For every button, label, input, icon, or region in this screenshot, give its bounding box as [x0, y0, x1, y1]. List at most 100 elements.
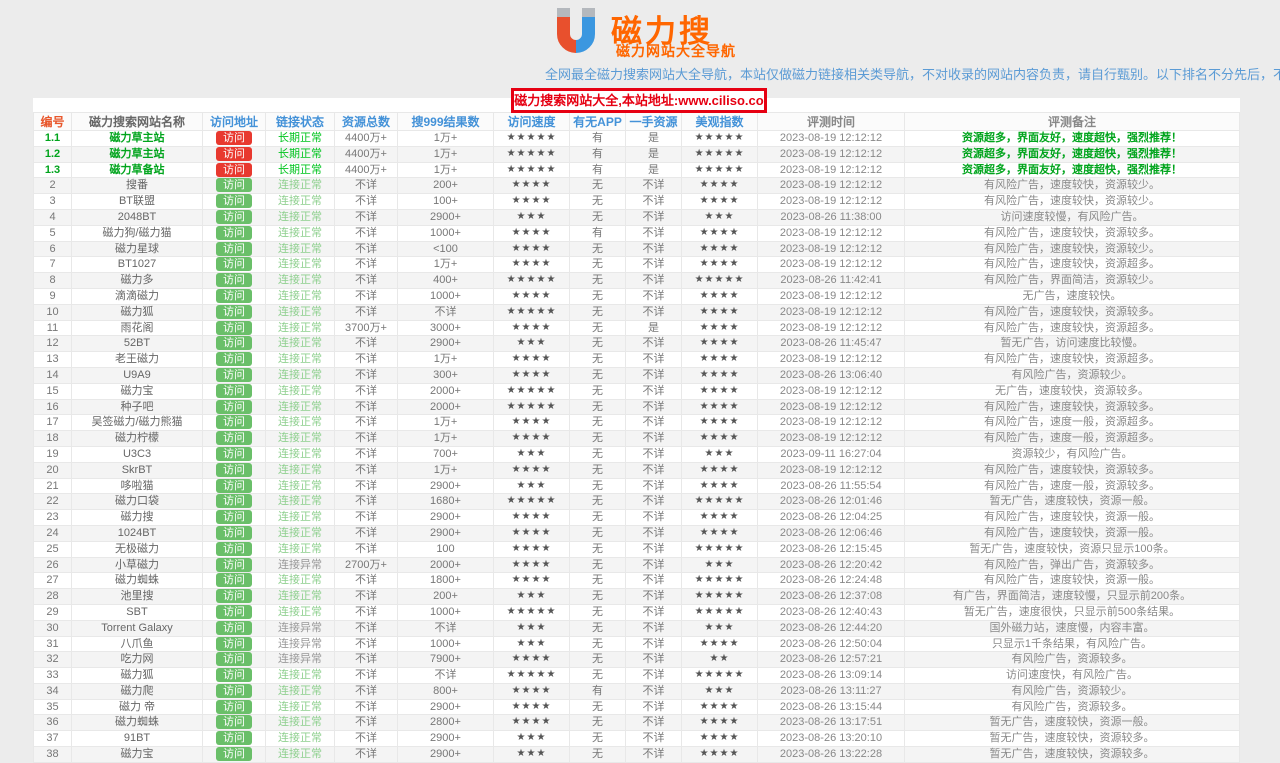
- visit-button[interactable]: 访问: [216, 526, 252, 540]
- column-header-status: 链接状态: [266, 113, 335, 131]
- visit-button[interactable]: 访问: [216, 605, 252, 619]
- visit-button[interactable]: 访问: [216, 305, 252, 319]
- visit-button[interactable]: 访问: [216, 510, 252, 524]
- visit-button[interactable]: 访问: [216, 431, 252, 445]
- visit-button[interactable]: 访问: [216, 131, 252, 145]
- visit-button[interactable]: 访问: [216, 463, 252, 477]
- visit-button[interactable]: 访问: [216, 384, 252, 398]
- cell-results: 2000+: [398, 399, 494, 415]
- cell-looks: ★★★★: [682, 715, 758, 731]
- cell-status: 连接正常: [266, 288, 335, 304]
- sites-table-head: 编号磁力搜索网站名称访问地址链接状态资源总数搜999结果数访问速度有无APP一手…: [34, 113, 1240, 131]
- cell-visit: 访问: [203, 304, 266, 320]
- visit-button[interactable]: 访问: [216, 163, 252, 177]
- cell-firsthand: 不详: [626, 194, 682, 210]
- visit-button[interactable]: 访问: [216, 147, 252, 161]
- cell-speed: ★★★★: [494, 715, 570, 731]
- visit-button[interactable]: 访问: [216, 289, 252, 303]
- visit-button[interactable]: 访问: [216, 415, 252, 429]
- cell-status: 连接正常: [266, 589, 335, 605]
- visit-button[interactable]: 访问: [216, 731, 252, 745]
- cell-results: 1000+: [398, 225, 494, 241]
- cell-id: 29: [34, 604, 72, 620]
- cell-remark: 访问速度快，有风险广告。: [905, 668, 1240, 684]
- cell-app: 无: [570, 652, 626, 668]
- visit-button[interactable]: 访问: [216, 273, 252, 287]
- visit-button[interactable]: 访问: [216, 589, 252, 603]
- cell-status: 连接正常: [266, 352, 335, 368]
- visit-button[interactable]: 访问: [216, 400, 252, 414]
- cell-speed: ★★★★: [494, 510, 570, 526]
- table-row: 1.2磁力草主站访问长期正常4400万+1万+★★★★★有是★★★★★2023-…: [34, 146, 1240, 162]
- cell-time: 2023-08-19 12:12:12: [758, 304, 905, 320]
- visit-button[interactable]: 访问: [216, 637, 252, 651]
- cell-time: 2023-08-26 13:20:10: [758, 731, 905, 747]
- cell-visit: 访问: [203, 557, 266, 573]
- visit-button[interactable]: 访问: [216, 368, 252, 382]
- cell-time: 2023-08-19 12:12:12: [758, 131, 905, 147]
- visit-button[interactable]: 访问: [216, 257, 252, 271]
- cell-id: 32: [34, 652, 72, 668]
- cell-total: 不详: [335, 194, 398, 210]
- visit-button[interactable]: 访问: [216, 700, 252, 714]
- cell-results: 2900+: [398, 731, 494, 747]
- cell-results: 1000+: [398, 636, 494, 652]
- visit-button[interactable]: 访问: [216, 542, 252, 556]
- visit-button[interactable]: 访问: [216, 447, 252, 461]
- visit-button[interactable]: 访问: [216, 558, 252, 572]
- cell-name: 磁力柠檬: [72, 431, 203, 447]
- visit-button[interactable]: 访问: [216, 178, 252, 192]
- cell-time: 2023-08-26 13:09:14: [758, 668, 905, 684]
- visit-button[interactable]: 访问: [216, 652, 252, 666]
- cell-app: 无: [570, 336, 626, 352]
- cell-firsthand: 不详: [626, 304, 682, 320]
- cell-status: 连接正常: [266, 747, 335, 763]
- visit-button[interactable]: 访问: [216, 210, 252, 224]
- cell-results: 1万+: [398, 352, 494, 368]
- cell-firsthand: 不详: [626, 652, 682, 668]
- visit-button[interactable]: 访问: [216, 226, 252, 240]
- visit-button[interactable]: 访问: [216, 336, 252, 350]
- cell-visit: 访问: [203, 194, 266, 210]
- cell-time: 2023-08-26 13:15:44: [758, 699, 905, 715]
- column-header-speed: 访问速度: [494, 113, 570, 131]
- cell-remark: 有风险广告，速度一般，资源超多。: [905, 415, 1240, 431]
- column-header-remark: 评测备注: [905, 113, 1240, 131]
- visit-button[interactable]: 访问: [216, 352, 252, 366]
- cell-speed: ★★★★: [494, 415, 570, 431]
- visit-button[interactable]: 访问: [216, 479, 252, 493]
- cell-time: 2023-08-19 12:12:12: [758, 241, 905, 257]
- cell-id: 14: [34, 367, 72, 383]
- table-row: 1.1磁力草主站访问长期正常4400万+1万+★★★★★有是★★★★★2023-…: [34, 131, 1240, 147]
- cell-remark: 有风险广告，速度较快，资源一般。: [905, 510, 1240, 526]
- cell-results: 1万+: [398, 162, 494, 178]
- cell-results: 300+: [398, 367, 494, 383]
- cell-speed: ★★★★: [494, 573, 570, 589]
- table-row: 34磁力爬访问连接正常不详800+★★★★有不详★★★2023-08-26 13…: [34, 683, 1240, 699]
- cell-remark: 有风险广告，速度较快，资源超多。: [905, 352, 1240, 368]
- cell-remark: 有风险广告，资源较多。: [905, 699, 1240, 715]
- visit-button[interactable]: 访问: [216, 573, 252, 587]
- visit-button[interactable]: 访问: [216, 747, 252, 761]
- cell-time: 2023-08-19 12:12:12: [758, 178, 905, 194]
- cell-looks: ★★★★★: [682, 273, 758, 289]
- visit-button[interactable]: 访问: [216, 684, 252, 698]
- cell-time: 2023-08-19 12:12:12: [758, 288, 905, 304]
- visit-button[interactable]: 访问: [216, 194, 252, 208]
- table-row: 15磁力宝访问连接正常不详2000+★★★★★无不详★★★★2023-08-19…: [34, 383, 1240, 399]
- visit-button[interactable]: 访问: [216, 668, 252, 682]
- visit-button[interactable]: 访问: [216, 621, 252, 635]
- visit-button[interactable]: 访问: [216, 321, 252, 335]
- visit-button[interactable]: 访问: [216, 715, 252, 729]
- cell-status: 连接异常: [266, 636, 335, 652]
- visit-button[interactable]: 访问: [216, 494, 252, 508]
- cell-firsthand: 不详: [626, 620, 682, 636]
- cell-visit: 访问: [203, 383, 266, 399]
- cell-visit: 访问: [203, 209, 266, 225]
- cell-results: 1万+: [398, 131, 494, 147]
- visit-button[interactable]: 访问: [216, 242, 252, 256]
- cell-results: 1万+: [398, 431, 494, 447]
- cell-remark: 有风险广告，速度较快，资源较多。: [905, 304, 1240, 320]
- cell-app: 无: [570, 494, 626, 510]
- cell-total: 不详: [335, 431, 398, 447]
